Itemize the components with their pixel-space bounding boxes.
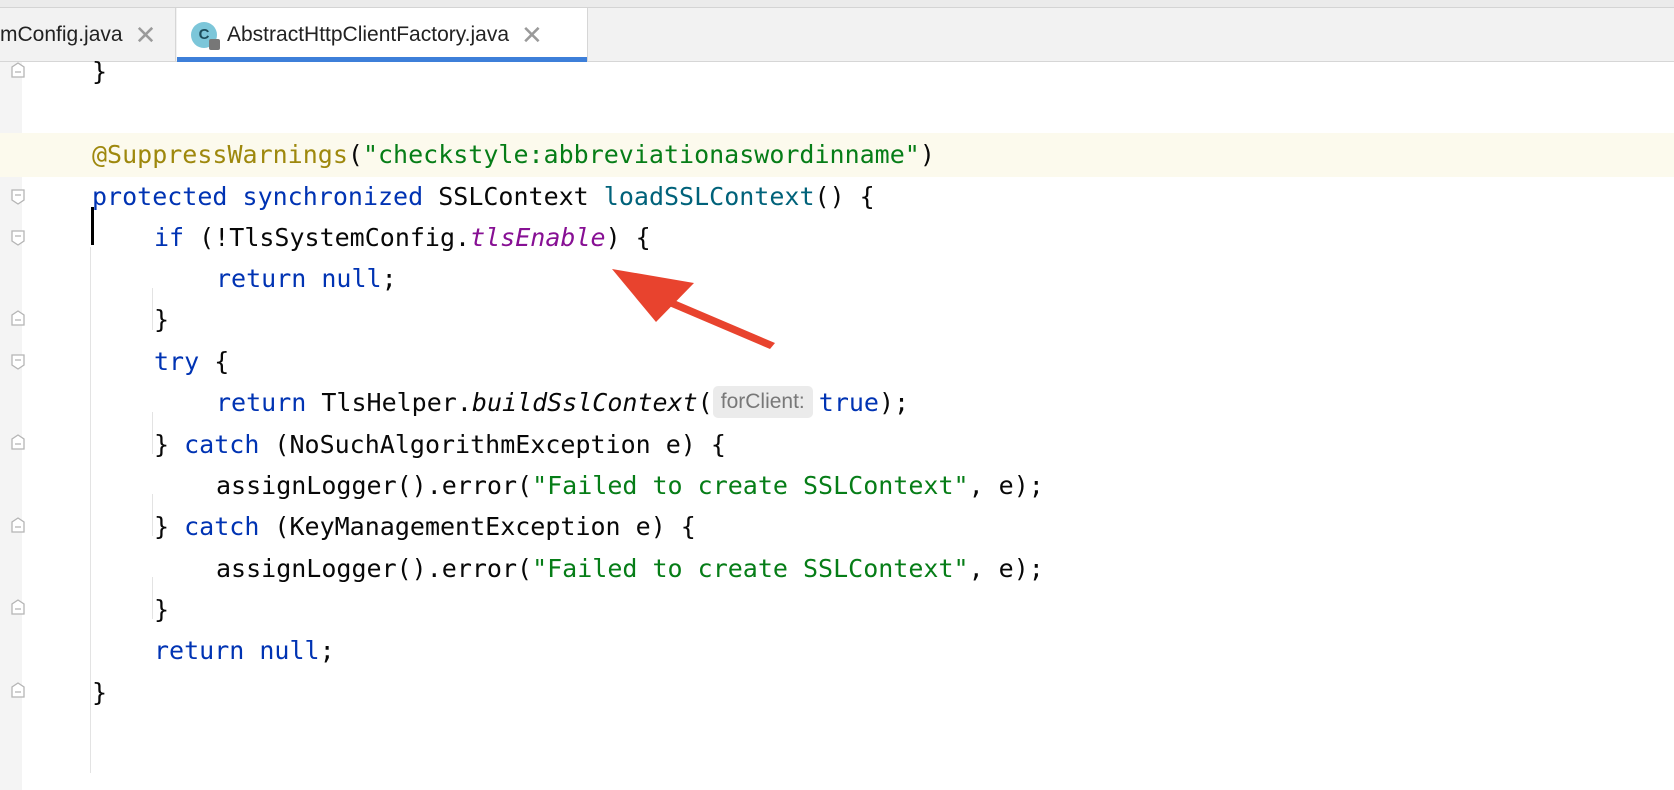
code-line: return TlsHelper.buildSslContext(forClie… (216, 386, 910, 418)
code-line: assignLogger().error("Failed to create S… (216, 554, 1044, 583)
code-line: } catch (KeyManagementException e) { (154, 512, 696, 541)
string-literal: "checkstyle:abbreviationaswordinname" (362, 140, 920, 169)
code-editor[interactable]: } @SuppressWarnings("checkstyle:abbrevia… (0, 57, 1674, 790)
method-name: loadSSLContext (603, 182, 815, 211)
annotation: @SuppressWarnings (92, 140, 348, 169)
java-class-icon: C (191, 21, 220, 50)
code-line-current: @SuppressWarnings("checkstyle:abbreviati… (0, 133, 1674, 177)
static-field: tlsEnable (470, 223, 606, 252)
code-line: try { (154, 347, 230, 376)
parameter-hint: forClient: (712, 386, 813, 418)
code-line: return null; (216, 264, 397, 293)
code-line: } (92, 678, 108, 707)
code-line: } (92, 57, 108, 86)
close-icon[interactable]: ✕ (521, 22, 543, 48)
window-top-edge (0, 0, 1674, 8)
code-line: protected synchronized SSLContext loadSS… (92, 182, 875, 211)
code-line: } (154, 305, 170, 334)
code-line: if (!TlsSystemConfig.tlsEnable) { (154, 223, 651, 252)
lock-icon (209, 38, 220, 50)
close-icon[interactable]: ✕ (135, 22, 157, 48)
tab-label: AbstractHttpClientFactory.java (227, 22, 510, 46)
code-line: return null; (154, 636, 335, 665)
method-call: buildSslContext (471, 388, 698, 417)
code-line: } catch (NoSuchAlgorithmException e) { (154, 430, 726, 459)
code-line: assignLogger().error("Failed to create S… (216, 471, 1044, 500)
code-line: } (154, 595, 170, 624)
tab-label: mConfig.java (0, 22, 123, 46)
